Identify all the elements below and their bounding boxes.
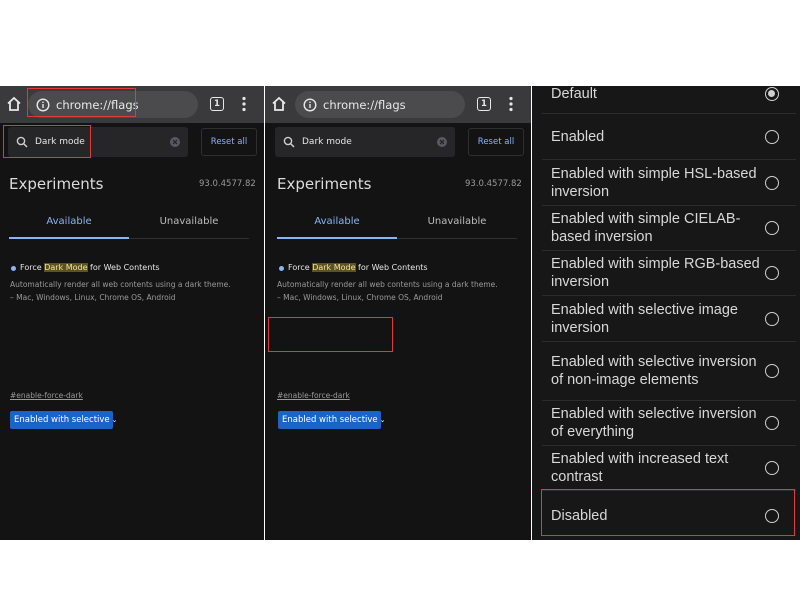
dark-mode-options-list: Default Enabled Enabled with simple HSL-… xyxy=(532,86,800,540)
radio-icon[interactable] xyxy=(765,364,779,378)
radio-icon[interactable] xyxy=(765,175,779,190)
option-row[interactable]: Default xyxy=(542,86,796,114)
tab-unavailable[interactable]: Unavailable xyxy=(397,216,517,227)
flags-screen-2: chrome://flags 1 Dark mode Reset all Exp… xyxy=(265,86,531,540)
search-icon xyxy=(283,136,295,148)
flag-bullet xyxy=(11,266,16,271)
clear-icon[interactable] xyxy=(436,136,448,148)
option-label: Enabled with selective image inversion xyxy=(551,301,738,336)
option-label: Enabled with selective inversion of ever… xyxy=(551,406,757,440)
url-text: chrome://flags xyxy=(323,97,406,112)
option-row[interactable]: Enabled with simple HSL-based inversion xyxy=(542,160,796,206)
chevron-down-icon: ⌄ xyxy=(379,416,386,424)
tab-available[interactable]: Available xyxy=(277,216,397,227)
flag-link[interactable]: #enable-force-dark xyxy=(277,391,350,400)
option-label: Default xyxy=(551,86,597,102)
option-label: Enabled with increased text contrast xyxy=(551,451,729,485)
flag-select[interactable]: Enabled with selective ⌄ xyxy=(10,411,118,429)
flag-description: Automatically render all web contents us… xyxy=(277,280,498,302)
clear-icon[interactable] xyxy=(169,136,181,148)
option-label: Enabled with selective inversion of non-… xyxy=(551,354,757,388)
highlight-box-select xyxy=(268,317,393,352)
menu-icon[interactable] xyxy=(239,95,249,113)
reset-all-button[interactable]: Reset all xyxy=(468,128,524,156)
tab-switcher-button[interactable]: 1 xyxy=(210,97,224,111)
radio-checked-icon[interactable] xyxy=(765,86,779,101)
option-label: Enabled with simple CIELAB-based inversi… xyxy=(551,211,741,245)
flag-description: Automatically render all web contents us… xyxy=(10,280,231,302)
version-label: 93.0.4577.82 xyxy=(465,179,522,189)
radio-icon[interactable] xyxy=(765,311,779,326)
option-row[interactable]: Enabled xyxy=(542,114,796,160)
menu-icon[interactable] xyxy=(506,95,516,113)
browser-toolbar: chrome://flags 1 xyxy=(265,86,531,123)
option-row[interactable]: Enabled with selective inversion of ever… xyxy=(542,401,796,446)
flag-link[interactable]: #enable-force-dark xyxy=(10,391,83,400)
version-label: 93.0.4577.82 xyxy=(199,179,256,189)
highlight-box-search xyxy=(3,125,91,158)
home-icon[interactable] xyxy=(270,95,288,113)
radio-icon[interactable] xyxy=(765,461,779,475)
address-bar[interactable]: chrome://flags xyxy=(295,91,465,118)
home-icon[interactable] xyxy=(5,95,23,113)
page-title: Experiments xyxy=(277,175,372,193)
option-label: Enabled with simple RGB-based inversion xyxy=(551,256,760,290)
flag-title: Force Dark Mode for Web Contents xyxy=(20,263,160,272)
radio-icon[interactable] xyxy=(765,129,779,144)
chevron-down-icon: ⌄ xyxy=(111,416,118,424)
radio-icon[interactable] xyxy=(765,221,779,235)
option-row[interactable]: Enabled with selective image inversion xyxy=(542,296,796,342)
highlight-box-url xyxy=(27,88,136,117)
option-label: Enabled xyxy=(551,128,605,145)
flag-title: Force Dark Mode for Web Contents xyxy=(288,263,428,272)
option-row[interactable]: Enabled with simple CIELAB-based inversi… xyxy=(542,206,796,251)
search-value: Dark mode xyxy=(302,137,352,147)
option-row[interactable]: Enabled with simple RGB-based inversion xyxy=(542,251,796,296)
reset-all-button[interactable]: Reset all xyxy=(201,128,257,156)
search-input[interactable]: Dark mode xyxy=(275,127,455,157)
tab-unavailable[interactable]: Unavailable xyxy=(129,216,249,227)
flag-bullet xyxy=(279,266,284,271)
tab-switcher-button[interactable]: 1 xyxy=(477,97,491,111)
tab-indicator xyxy=(9,237,129,239)
page-title: Experiments xyxy=(9,175,104,193)
radio-icon[interactable] xyxy=(765,416,779,430)
option-row[interactable]: Enabled with selective inversion of non-… xyxy=(542,342,796,401)
option-row[interactable]: Enabled with increased text contrast xyxy=(542,446,796,491)
option-label: Enabled with simple HSL-based inversion xyxy=(551,165,757,200)
highlight-box-disabled xyxy=(541,489,795,536)
radio-icon[interactable] xyxy=(765,266,779,280)
tab-available[interactable]: Available xyxy=(9,216,129,227)
info-icon xyxy=(303,97,317,112)
flag-select[interactable]: Enabled with selective ⌄ xyxy=(278,411,386,429)
tab-indicator xyxy=(277,237,397,239)
